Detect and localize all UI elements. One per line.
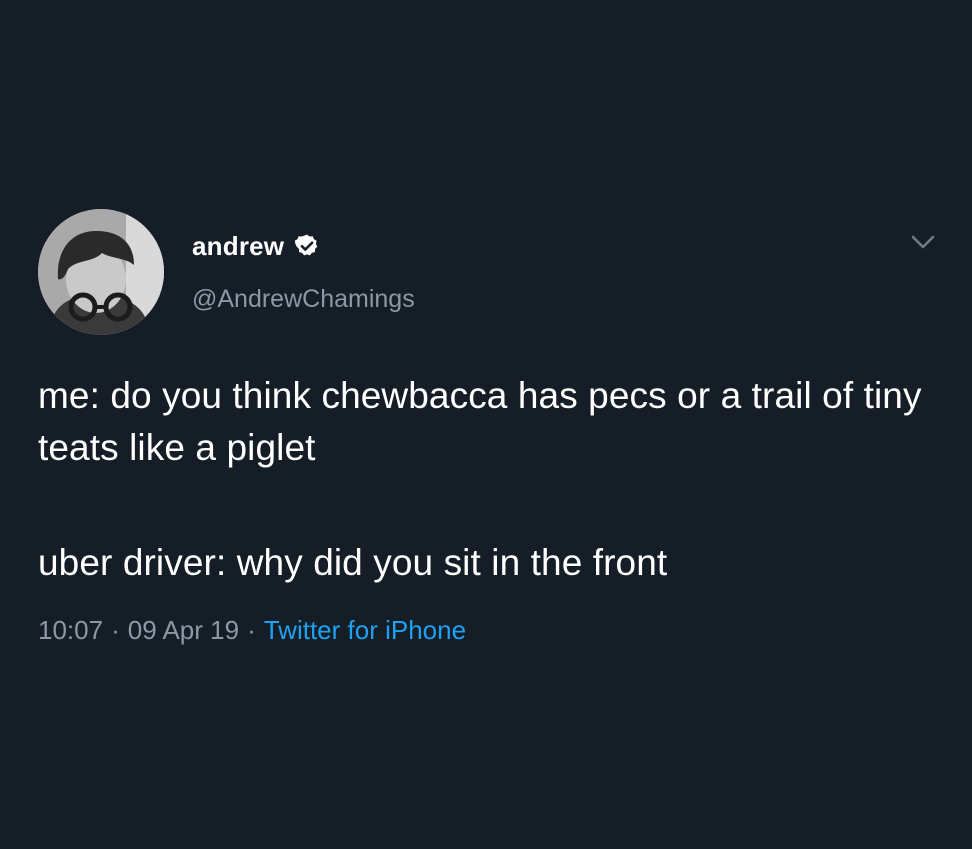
author-handle[interactable]: @AndrewChamings: [192, 283, 415, 315]
tweet-meta: 10:07 · 09 Apr 19 · Twitter for iPhone: [38, 612, 466, 648]
avatar[interactable]: [38, 209, 164, 335]
tweet-date[interactable]: 09 Apr 19: [128, 615, 239, 645]
chevron-down-icon[interactable]: [905, 228, 941, 258]
meta-separator: ·: [111, 615, 120, 645]
tweet-time[interactable]: 10:07: [38, 615, 103, 645]
author-name-row[interactable]: andrew: [192, 226, 320, 266]
display-name[interactable]: andrew: [192, 231, 284, 262]
tweet-card: andrew @AndrewChamings me: do you think …: [0, 0, 972, 849]
tweet-text-paragraph: me: do you think chewbacca has pecs or a…: [38, 375, 922, 468]
meta-separator: ·: [247, 615, 256, 645]
tweet-source-link[interactable]: Twitter for iPhone: [264, 615, 466, 645]
verified-badge-icon: [294, 233, 320, 259]
tweet-text-paragraph: uber driver: why did you sit in the fron…: [38, 542, 668, 583]
